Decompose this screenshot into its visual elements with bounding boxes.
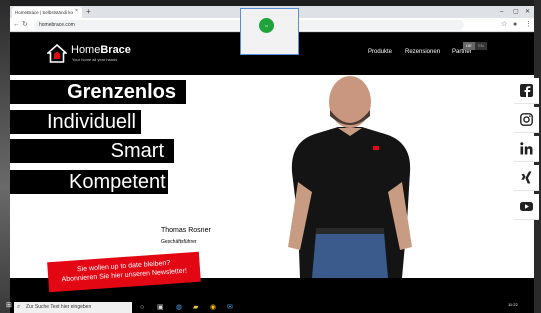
new-tab-button[interactable]: + <box>86 7 91 17</box>
browser-tab[interactable]: HomeBrace | Selbstständi ko <box>12 7 82 18</box>
reload-icon[interactable]: ↻ <box>22 19 28 31</box>
nav-produkte[interactable]: Produkte <box>368 49 392 55</box>
site-logo[interactable]: HomeBrace <box>71 44 131 56</box>
person-role: Geschäftsführer <box>161 239 197 245</box>
facebook-icon[interactable] <box>514 78 539 104</box>
taskbar-clock[interactable]: 11:22 <box>508 302 518 307</box>
tab-close-icon[interactable]: × <box>75 8 78 14</box>
mail-icon[interactable]: ✉ <box>227 303 233 312</box>
search-icon: ⌕ <box>17 304 21 310</box>
close-window-button[interactable]: ✕ <box>525 6 530 18</box>
taskbar-app-icon[interactable]: ▣ <box>157 303 164 312</box>
minimize-button[interactable]: – <box>500 6 503 18</box>
person-name: Thomas Rosner <box>161 227 211 234</box>
taskbar-search-input[interactable]: Zur Suche Text hier eingeben <box>14 302 132 313</box>
file-explorer-icon[interactable]: ▰ <box>193 303 198 312</box>
windows-start-icon[interactable]: ⊞ <box>6 301 12 310</box>
lang-de[interactable]: DE <box>463 42 475 50</box>
headline-grenzenlos: Grenzenlos <box>10 80 186 104</box>
desktop-background <box>0 0 10 313</box>
person-photo <box>288 76 412 278</box>
bookmark-star-icon[interactable]: ☆ <box>501 19 507 31</box>
youtube-icon[interactable] <box>514 194 539 220</box>
language-switcher: DE EN <box>463 34 489 50</box>
social-sidebar <box>511 78 539 226</box>
profile-icon[interactable]: ● <box>513 19 517 31</box>
lang-en[interactable]: EN <box>475 42 487 50</box>
menu-icon[interactable]: ⋮ <box>525 19 532 31</box>
task-view-icon[interactable]: ○ <box>140 303 144 312</box>
nav-rezensionen[interactable]: Rezensionen <box>405 49 440 55</box>
linkedin-icon[interactable] <box>514 136 539 162</box>
xing-icon[interactable] <box>514 165 539 191</box>
edge-icon[interactable]: ◍ <box>176 303 182 312</box>
logo-tagline: Your home all year hands <box>72 57 118 62</box>
headline-individuell: Individuell <box>10 110 141 134</box>
back-icon[interactable]: ← <box>13 19 20 31</box>
instagram-icon[interactable] <box>514 107 539 133</box>
clock-time: 11:22 <box>508 302 518 307</box>
house-logo-icon[interactable] <box>47 44 67 64</box>
headline-smart: Smart <box>10 139 174 163</box>
logo-home: Home <box>71 44 101 56</box>
extension-status-icon[interactable]: •• <box>259 18 274 33</box>
headline-kompetent: Kompetent <box>10 170 168 194</box>
chrome-icon[interactable]: ◉ <box>210 303 216 312</box>
maximize-button[interactable]: ▢ <box>513 6 519 18</box>
logo-brace: Brace <box>100 44 131 56</box>
